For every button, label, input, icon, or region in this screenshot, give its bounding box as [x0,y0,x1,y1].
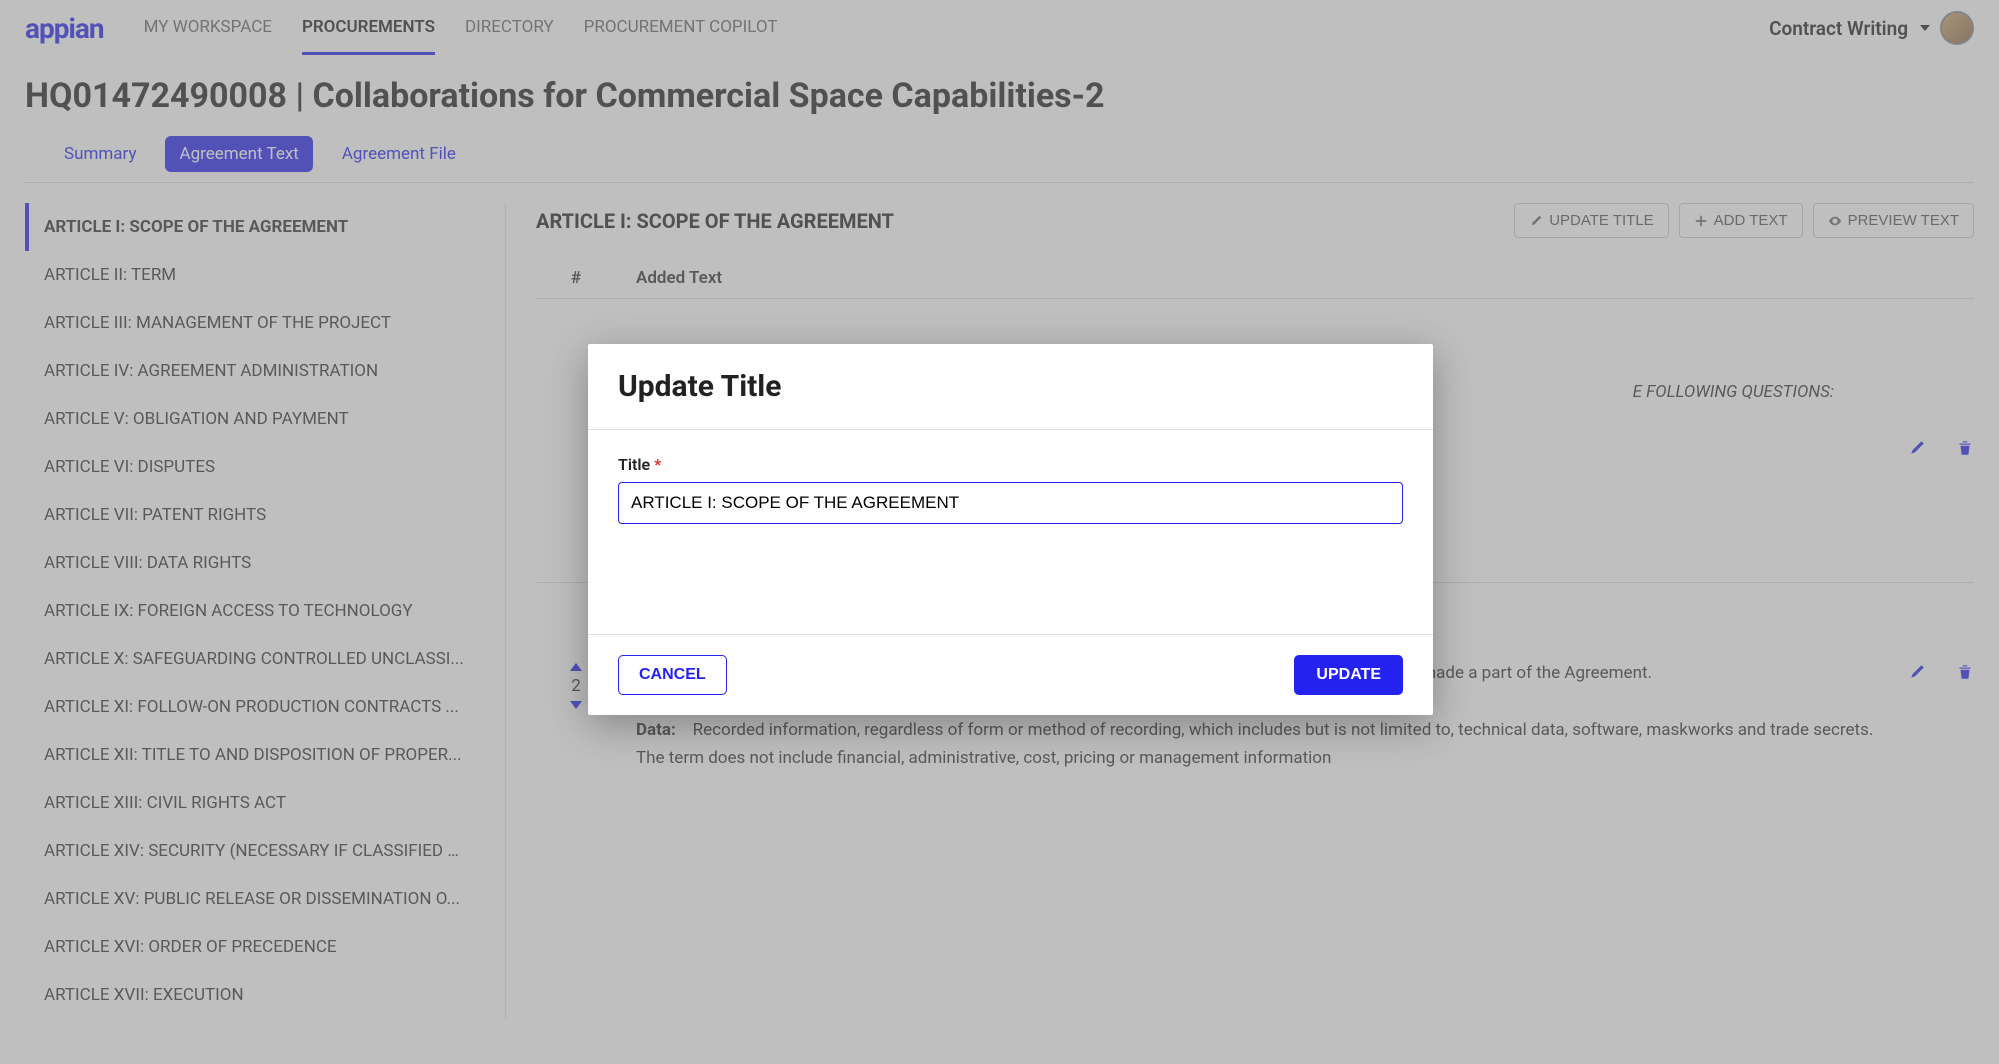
title-label: Title * [618,455,1403,474]
update-title-modal: Update Title Title * CANCEL UPDATE [588,344,1433,715]
required-indicator: * [654,455,661,474]
title-input[interactable] [618,482,1403,524]
modal-body: Title * [588,430,1433,634]
modal-footer: CANCEL UPDATE [588,634,1433,715]
modal-title: Update Title [618,369,1403,404]
cancel-button[interactable]: CANCEL [618,655,727,695]
update-button[interactable]: UPDATE [1294,655,1403,695]
modal-header: Update Title [588,344,1433,430]
